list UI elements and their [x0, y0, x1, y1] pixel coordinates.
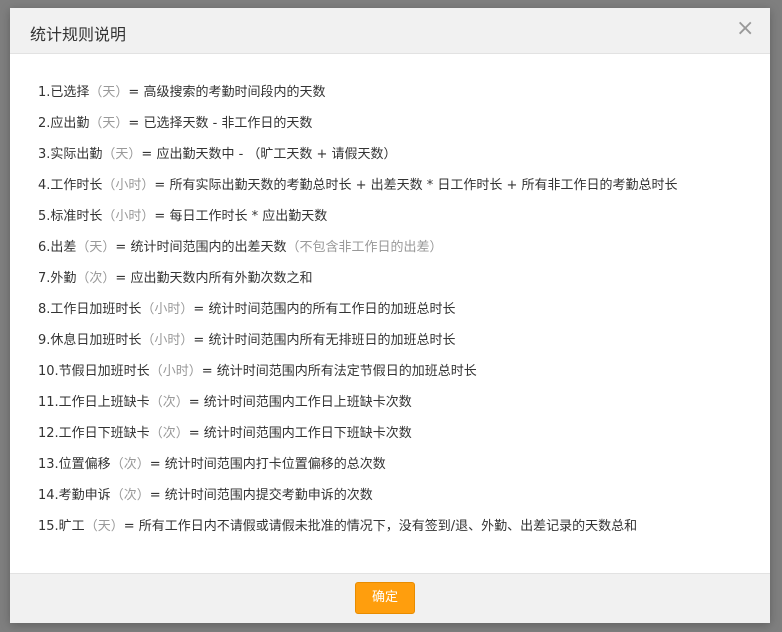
- rule-name: 14.考勤申诉: [38, 488, 111, 503]
- rule-unit: （天）: [89, 116, 129, 131]
- rule-unit: （次）: [110, 488, 150, 503]
- rule-item: 8.工作日加班时长（小时）= 统计时间范围内的所有工作日的加班总时长: [38, 301, 678, 332]
- rule-name: 13.位置偏移: [38, 457, 111, 472]
- rule-item: 3.实际出勤（天）= 应出勤天数中 - （旷工天数 + 请假天数）: [38, 146, 678, 177]
- rule-formula: = 统计时间范围内提交考勤申诉的次数: [149, 488, 373, 503]
- rule-unit: （天）: [84, 519, 124, 534]
- rule-formula: = 已选择天数 - 非工作日的天数: [128, 116, 313, 131]
- rule-unit: （次）: [110, 457, 150, 472]
- rule-unit: （次）: [149, 395, 189, 410]
- rule-item: 7.外勤（次）= 应出勤天数内所有外勤次数之和: [38, 270, 678, 301]
- rule-list: 1.已选择（天）= 高级搜索的考勤时间段内的天数 2.应出勤（天）= 已选择天数 …: [38, 84, 678, 549]
- rule-formula: = 所有工作日内不请假或请假未批准的情况下，没有签到/退、外勤、出差记录的天数总…: [123, 519, 638, 534]
- rule-name: 3.实际出勤: [38, 147, 103, 162]
- rule-formula: = 统计时间范围内工作日下班缺卡次数: [188, 426, 412, 441]
- rule-unit: （小时）: [141, 302, 194, 317]
- rule-formula: = 统计时间范围内的出差天数: [115, 240, 287, 255]
- rule-name: 6.出差: [38, 240, 77, 255]
- rule-formula: = 统计时间范围内的所有工作日的加班总时长: [193, 302, 456, 317]
- rule-unit: （小时）: [149, 364, 202, 379]
- rule-formula: = 每日工作时长 * 应出勤天数: [154, 209, 328, 224]
- rule-item: 10.节假日加班时长（小时）= 统计时间范围内所有法定节假日的加班总时长: [38, 363, 678, 394]
- rule-formula: = 所有实际出勤天数的考勤总时长 + 出差天数 * 日工作时长 + 所有非工作日…: [154, 178, 678, 193]
- rule-formula: = 统计时间范围内工作日上班缺卡次数: [188, 395, 412, 410]
- rule-name: 12.工作日下班缺卡: [38, 426, 150, 441]
- rule-formula: = 统计时间范围内所有法定节假日的加班总时长: [201, 364, 477, 379]
- rule-formula: = 应出勤天数内所有外勤次数之和: [115, 271, 313, 286]
- rule-formula: = 统计时间范围内所有无排班日的加班总时长: [193, 333, 456, 348]
- rule-name: 8.工作日加班时长: [38, 302, 142, 317]
- rule-unit: （天）: [89, 85, 129, 100]
- dialog-body: 1.已选择（天）= 高级搜索的考勤时间段内的天数 2.应出勤（天）= 已选择天数 …: [10, 54, 770, 574]
- rule-formula: = 应出勤天数中 - （旷工天数 + 请假天数）: [141, 147, 397, 162]
- rule-name: 1.已选择: [38, 85, 90, 100]
- rule-unit: （小时）: [141, 333, 194, 348]
- rule-unit: （天）: [76, 240, 116, 255]
- rule-item: 4.工作时长（小时）= 所有实际出勤天数的考勤总时长 + 出差天数 * 日工作时…: [38, 177, 678, 208]
- rule-name: 9.休息日加班时长: [38, 333, 142, 348]
- dialog-title: 统计规则说明: [30, 25, 127, 44]
- rules-dialog: 统计规则说明 × 1.已选择（天）= 高级搜索的考勤时间段内的天数 2.应出勤（天…: [10, 8, 770, 623]
- rule-item: 13.位置偏移（次）= 统计时间范围内打卡位置偏移的总次数: [38, 456, 678, 487]
- rule-name: 2.应出勤: [38, 116, 90, 131]
- rule-item: 11.工作日上班缺卡（次）= 统计时间范围内工作日上班缺卡次数: [38, 394, 678, 425]
- dialog-header: 统计规则说明 ×: [10, 8, 770, 54]
- rule-item: 14.考勤申诉（次）= 统计时间范围内提交考勤申诉的次数: [38, 487, 678, 518]
- rule-unit: （小时）: [102, 209, 155, 224]
- rule-note: （不包含非工作日的出差）: [286, 240, 443, 255]
- close-icon[interactable]: ×: [736, 18, 754, 40]
- rule-formula: = 高级搜索的考勤时间段内的天数: [128, 85, 326, 100]
- rule-name: 7.外勤: [38, 271, 77, 286]
- rule-name: 5.标准时长: [38, 209, 103, 224]
- rule-name: 11.工作日上班缺卡: [38, 395, 150, 410]
- rule-unit: （天）: [102, 147, 142, 162]
- rule-formula: = 统计时间范围内打卡位置偏移的总次数: [149, 457, 386, 472]
- rule-item: 12.工作日下班缺卡（次）= 统计时间范围内工作日下班缺卡次数: [38, 425, 678, 456]
- rule-unit: （次）: [149, 426, 189, 441]
- rule-item: 9.休息日加班时长（小时）= 统计时间范围内所有无排班日的加班总时长: [38, 332, 678, 363]
- rule-item: 1.已选择（天）= 高级搜索的考勤时间段内的天数: [38, 84, 678, 115]
- rule-name: 15.旷工: [38, 519, 85, 534]
- rule-unit: （小时）: [102, 178, 155, 193]
- rule-item: 6.出差（天）= 统计时间范围内的出差天数（不包含非工作日的出差）: [38, 239, 678, 270]
- rule-unit: （次）: [76, 271, 116, 286]
- confirm-button[interactable]: 确定: [355, 582, 415, 614]
- rule-item: 2.应出勤（天）= 已选择天数 - 非工作日的天数: [38, 115, 678, 146]
- rule-item: 15.旷工（天）= 所有工作日内不请假或请假未批准的情况下，没有签到/退、外勤、…: [38, 518, 678, 549]
- rule-name: 4.工作时长: [38, 178, 103, 193]
- rule-name: 10.节假日加班时长: [38, 364, 150, 379]
- dialog-footer: 确定: [10, 573, 770, 623]
- rule-item: 5.标准时长（小时）= 每日工作时长 * 应出勤天数: [38, 208, 678, 239]
